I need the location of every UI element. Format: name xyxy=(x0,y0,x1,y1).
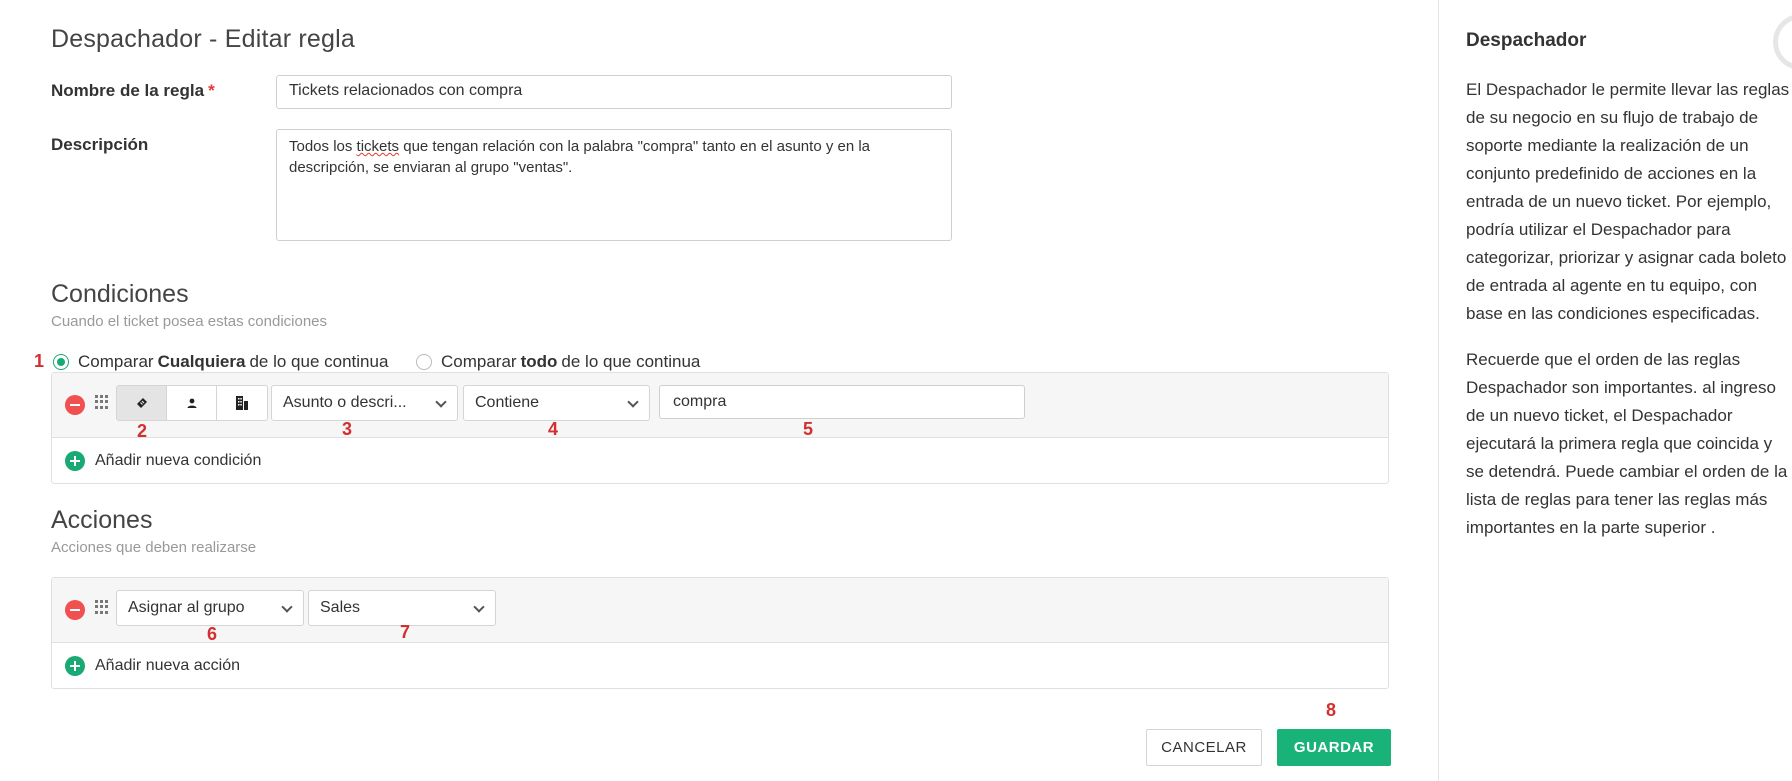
add-condition-label: Añadir nueva condición xyxy=(95,452,262,469)
rule-name-label: Nombre de la regla * xyxy=(51,81,215,101)
main-content: Despachador - Editar regla Nombre de la … xyxy=(0,0,1438,781)
drag-handle-icon[interactable] xyxy=(95,600,109,614)
condition-field-value: Asunto o descri... xyxy=(283,394,407,411)
action-value-text: Sales xyxy=(320,599,361,616)
annotation-5: 5 xyxy=(803,419,814,439)
condition-source-toggle xyxy=(116,385,268,421)
user-icon[interactable] xyxy=(167,386,217,420)
drag-handle-icon[interactable] xyxy=(95,395,109,409)
plus-circle-icon xyxy=(65,656,85,676)
chevron-down-icon xyxy=(627,396,639,408)
condition-value-input[interactable]: compra xyxy=(659,385,1025,419)
annotation-3: 3 xyxy=(342,419,353,439)
description-textarea[interactable]: Todos los tickets que tengan relación co… xyxy=(276,129,952,241)
save-button[interactable]: GUARDAR xyxy=(1277,729,1391,766)
help-sidebar: Despachador El Despachador le permite ll… xyxy=(1438,0,1792,781)
annotation-1: 1 xyxy=(34,351,45,371)
rule-name-label-text: Nombre de la regla xyxy=(51,81,205,100)
action-type-value: Asignar al grupo xyxy=(128,599,245,616)
rule-name-input[interactable]: Tickets relacionados con compra xyxy=(276,75,952,109)
organization-icon[interactable] xyxy=(217,386,267,420)
add-action-label: Añadir nueva acción xyxy=(95,657,240,674)
loading-circle-icon xyxy=(1773,14,1792,70)
match-all-radio[interactable] xyxy=(416,354,432,370)
condition-operator-select[interactable]: Contiene xyxy=(463,385,650,421)
chevron-down-icon xyxy=(473,601,485,613)
sidebar-paragraph-2: Recuerde que el orden de las reglas Desp… xyxy=(1466,350,1788,537)
conditions-title: Condiciones xyxy=(51,280,189,308)
condition-operator-value: Contiene xyxy=(475,394,540,411)
plus-circle-icon xyxy=(65,451,85,471)
actions-title: Acciones xyxy=(51,506,153,534)
match-any-option[interactable]: Comparar Cualquiera de lo que continua xyxy=(53,350,388,374)
match-any-prefix: Comparar xyxy=(78,352,154,371)
match-all-option[interactable]: Comparar todo de lo que continua xyxy=(416,350,700,374)
match-any-bold: Cualquiera xyxy=(157,352,246,371)
condition-row: Asunto o descri... Contiene compra xyxy=(52,373,1388,438)
action-type-select[interactable]: Asignar al grupo xyxy=(116,590,304,626)
add-action-button[interactable]: Añadir nueva acción xyxy=(52,643,1388,689)
annotation-4: 4 xyxy=(548,419,559,439)
add-condition-button[interactable]: Añadir nueva condición xyxy=(52,438,1388,484)
description-label: Descripción xyxy=(51,135,149,154)
remove-condition-icon[interactable] xyxy=(65,395,85,415)
actions-subtitle: Acciones que deben realizarse xyxy=(51,539,257,556)
action-row: Asignar al grupo Sales xyxy=(52,578,1388,643)
page-title: Despachador - Editar regla xyxy=(51,25,355,53)
annotation-7: 7 xyxy=(400,622,411,642)
description-misspelled-word: tickets xyxy=(356,138,400,155)
annotation-2: 2 xyxy=(137,421,148,441)
annotation-6: 6 xyxy=(207,624,218,644)
ticket-icon[interactable] xyxy=(117,386,167,420)
sidebar-paragraph-1: El Despachador le permite llevar las reg… xyxy=(1466,80,1790,323)
sidebar-title: Despachador xyxy=(1466,30,1587,51)
match-any-radio[interactable] xyxy=(53,354,69,370)
conditions-panel: Asunto o descri... Contiene compra Añadi… xyxy=(51,372,1389,484)
annotation-8: 8 xyxy=(1326,700,1337,720)
match-all-prefix: Comparar xyxy=(441,352,517,371)
actions-panel: Asignar al grupo Sales Añadir nueva acci… xyxy=(51,577,1389,689)
match-all-bold: todo xyxy=(520,352,558,371)
action-value-select[interactable]: Sales xyxy=(308,590,496,626)
conditions-subtitle: Cuando el ticket posea estas condiciones xyxy=(51,313,328,330)
condition-field-select[interactable]: Asunto o descri... xyxy=(271,385,458,421)
rule-name-value: Tickets relacionados con compra xyxy=(289,82,523,99)
remove-action-icon[interactable] xyxy=(65,600,85,620)
cancel-button[interactable]: CANCELAR xyxy=(1146,729,1262,766)
required-mark: * xyxy=(208,81,215,100)
match-any-suffix: de lo que continua xyxy=(249,352,389,371)
match-all-suffix: de lo que continua xyxy=(561,352,701,371)
chevron-down-icon xyxy=(435,396,447,408)
condition-value-text: compra xyxy=(673,393,727,410)
chevron-down-icon xyxy=(281,601,293,613)
description-text-before: Todos los xyxy=(289,138,357,155)
